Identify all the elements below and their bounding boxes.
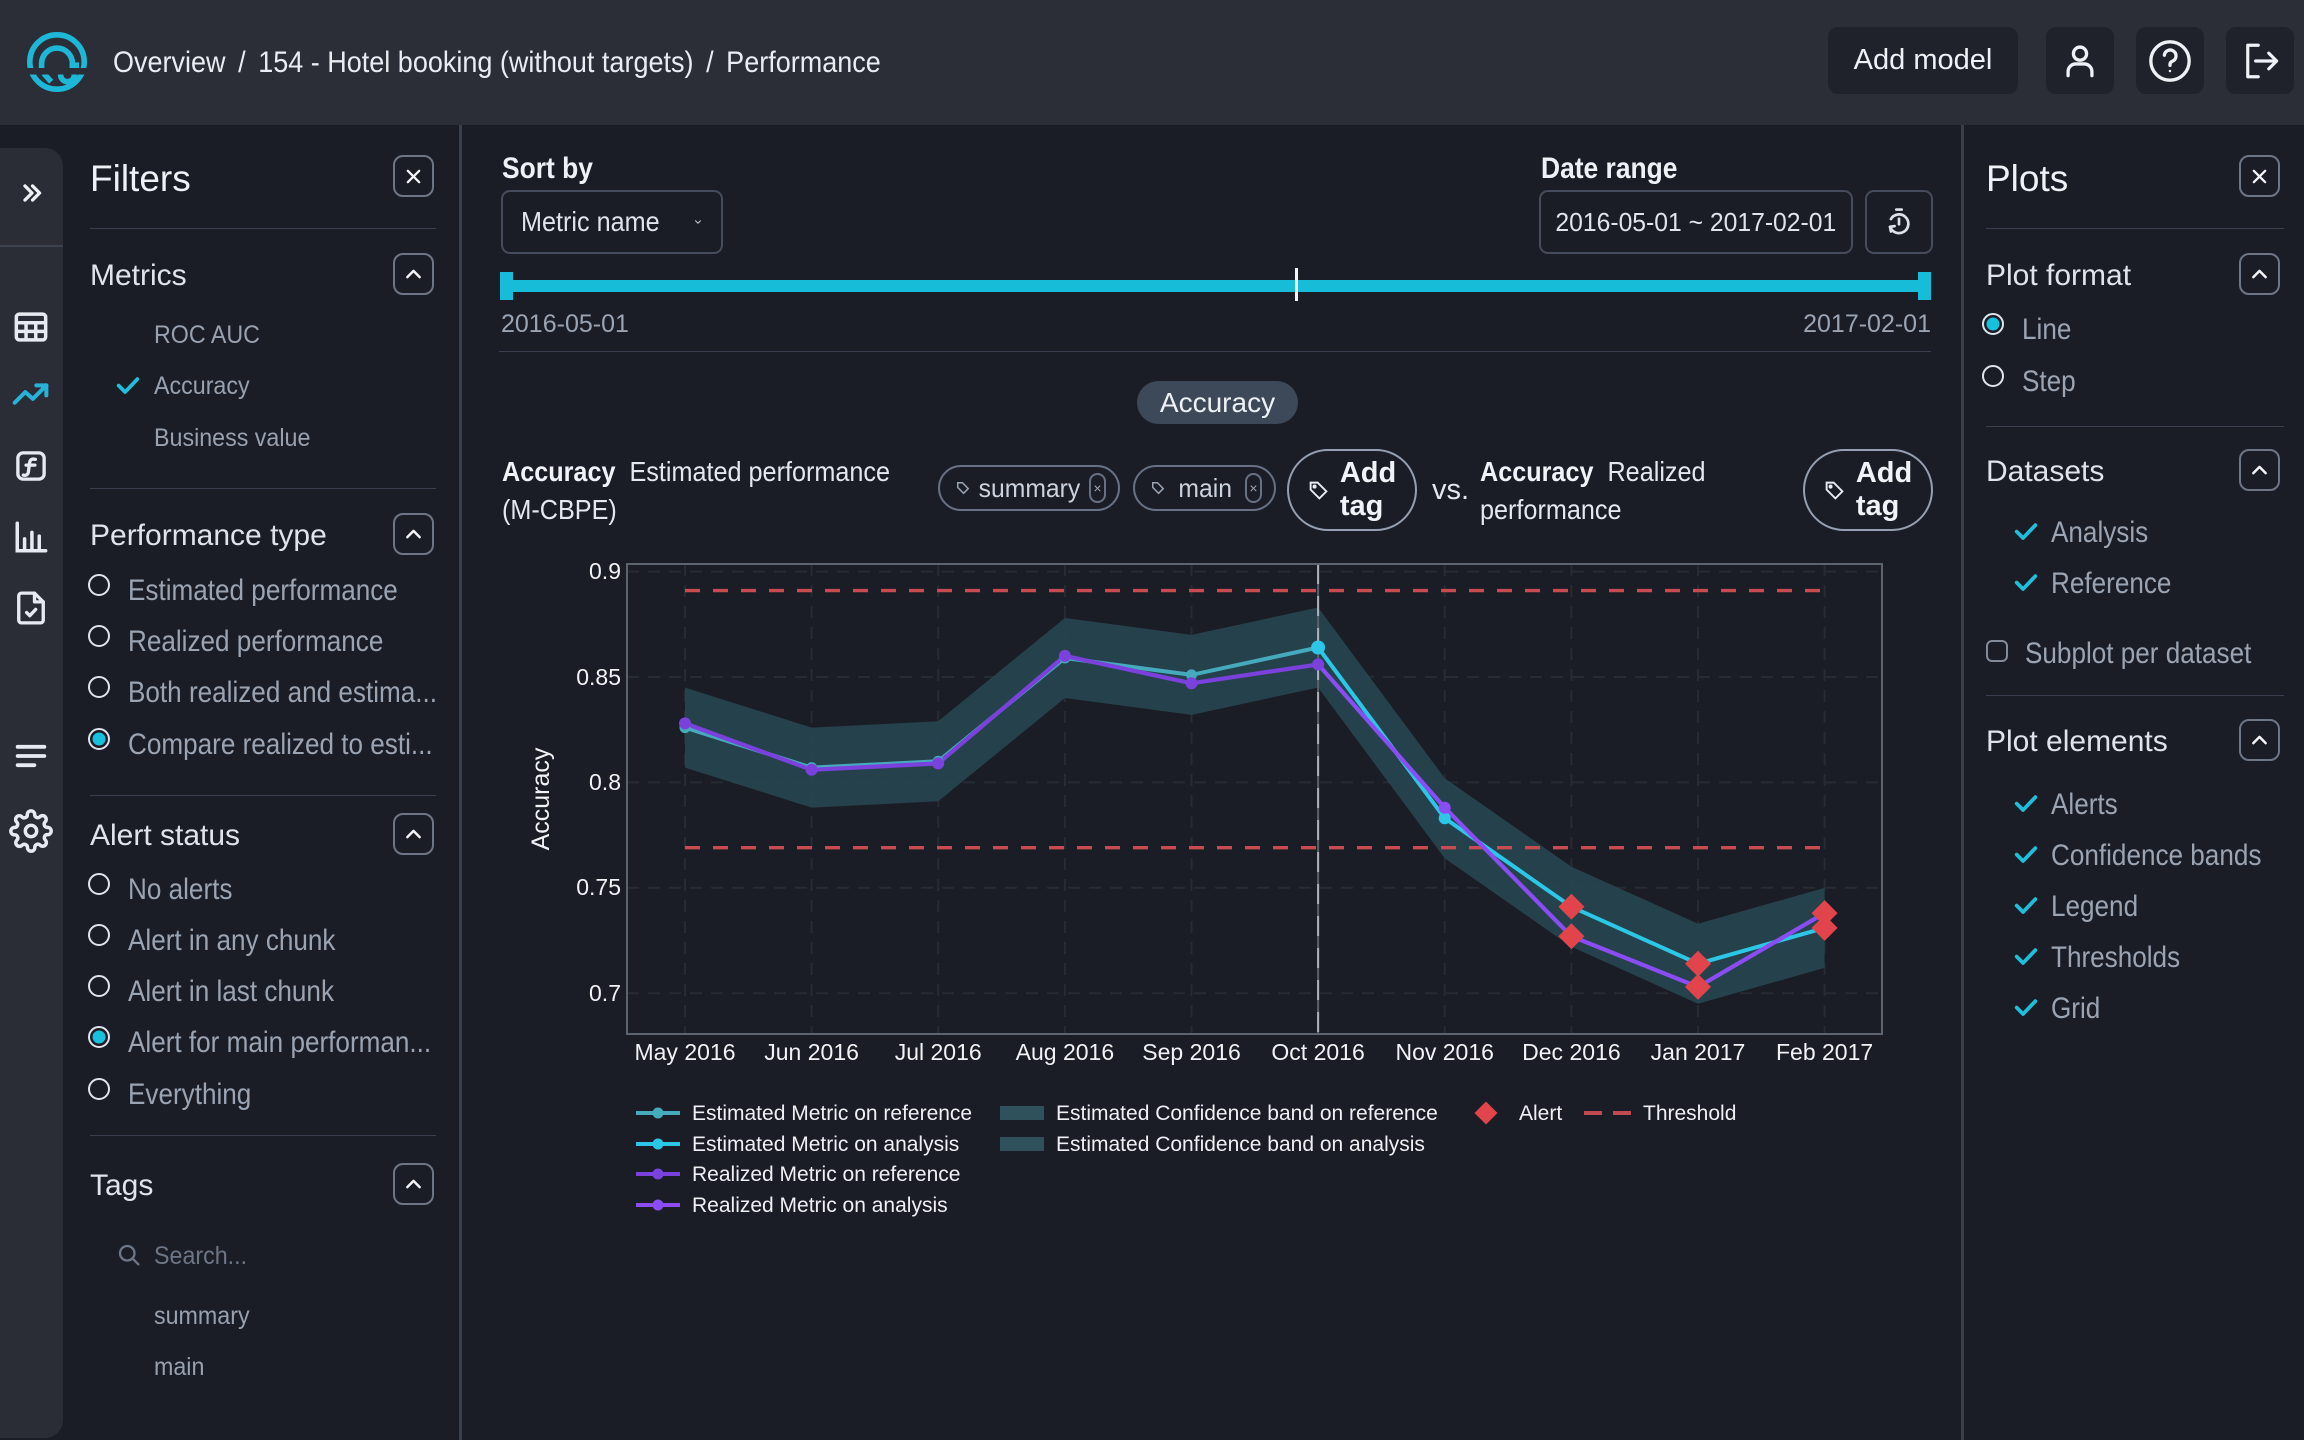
svg-text:Nov 2016: Nov 2016 <box>1395 1039 1493 1065</box>
svg-text:0.8: 0.8 <box>589 769 621 795</box>
svg-text:Jun 2016: Jun 2016 <box>764 1039 859 1065</box>
svg-text:Estimated Confidence band on r: Estimated Confidence band on reference <box>1056 1102 1438 1125</box>
svg-text:Estimated Metric on analysis: Estimated Metric on analysis <box>692 1133 959 1156</box>
svg-text:Sep 2016: Sep 2016 <box>1142 1039 1240 1065</box>
svg-text:Alert: Alert <box>1519 1102 1562 1125</box>
svg-text:Dec 2016: Dec 2016 <box>1522 1039 1620 1065</box>
svg-text:Oct 2016: Oct 2016 <box>1271 1039 1364 1065</box>
svg-text:Estimated Metric on reference: Estimated Metric on reference <box>692 1102 972 1125</box>
svg-text:Aug 2016: Aug 2016 <box>1016 1039 1114 1065</box>
svg-text:Realized Metric on reference: Realized Metric on reference <box>692 1163 960 1186</box>
svg-text:Realized Metric on analysis: Realized Metric on analysis <box>692 1194 948 1217</box>
svg-text:Estimated Confidence band on a: Estimated Confidence band on analysis <box>1056 1133 1425 1156</box>
svg-text:Jan 2017: Jan 2017 <box>1651 1039 1746 1065</box>
svg-text:0.75: 0.75 <box>576 874 621 900</box>
svg-text:0.9: 0.9 <box>589 558 621 584</box>
svg-text:0.7: 0.7 <box>589 980 621 1006</box>
svg-text:May 2016: May 2016 <box>634 1039 735 1065</box>
svg-text:Jul 2016: Jul 2016 <box>895 1039 982 1065</box>
svg-text:Feb 2017: Feb 2017 <box>1776 1039 1873 1065</box>
svg-text:Accuracy: Accuracy <box>527 747 555 850</box>
svg-text:Threshold: Threshold <box>1643 1102 1736 1125</box>
svg-text:0.85: 0.85 <box>576 664 621 690</box>
